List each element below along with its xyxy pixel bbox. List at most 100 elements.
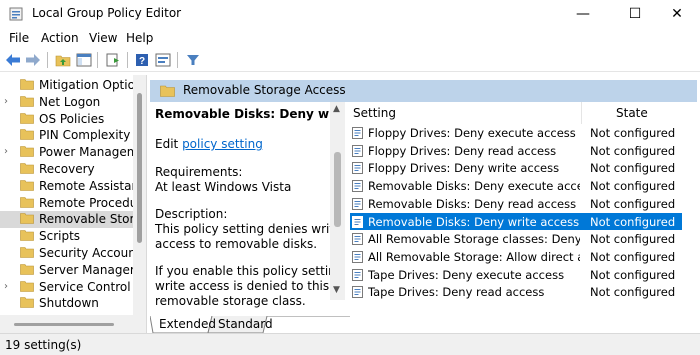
setting-name: Removable Disks: Deny write access (368, 214, 580, 229)
back-button[interactable] (4, 51, 22, 69)
menu-action[interactable]: Action (41, 31, 79, 45)
scrollbar-thumb[interactable] (334, 152, 341, 227)
setting-state: Not configured (590, 179, 676, 194)
category-header: Removable Storage Access (150, 80, 697, 102)
setting-name: Tape Drives: Deny read access (368, 285, 545, 300)
table-row[interactable]: All Removable Storage: Allow direct acce… (350, 248, 682, 266)
tree-item[interactable]: Remote Procedure (0, 195, 146, 212)
export-list-button[interactable] (104, 51, 122, 69)
properties-button[interactable] (154, 51, 172, 69)
scrollbar-thumb[interactable] (14, 323, 114, 326)
tree-item[interactable]: Recovery (0, 161, 133, 178)
policy-setting-icon (352, 233, 363, 246)
table-row[interactable]: Floppy Drives: Deny read access Not confi… (350, 142, 682, 160)
policy-setting-icon (352, 127, 363, 139)
tree-item[interactable]: › Service Control M (0, 279, 145, 296)
up-one-level-button[interactable] (54, 51, 72, 69)
column-header-setting[interactable]: Setting (353, 102, 581, 124)
tree-item-label: Recovery (39, 162, 95, 176)
show-hide-tree-button[interactable] (75, 51, 93, 69)
tree-item[interactable]: Mitigation Option (0, 77, 143, 94)
scrollbar-thumb[interactable] (137, 93, 142, 243)
properties-icon (155, 53, 171, 67)
tree-item-label: Remote Assistance (39, 178, 147, 193)
setting-state: Not configured (590, 196, 676, 211)
chevron-right-icon[interactable]: › (4, 146, 8, 157)
policy-setting-icon (352, 250, 363, 263)
folder-icon (20, 247, 34, 258)
edit-line: Edit policy setting (155, 137, 263, 151)
chevron-right-icon[interactable]: › (4, 96, 8, 107)
tree-item[interactable]: Scripts (0, 228, 133, 245)
setting-state: Not configured (590, 285, 676, 300)
setting-name: Removable Disks: Deny execute access (368, 179, 580, 194)
tree-item-label: PIN Complexity (39, 128, 131, 143)
tree-item[interactable]: Security Account I (0, 245, 146, 262)
maximize-button[interactable]: ☐ (612, 0, 658, 28)
menu-file[interactable]: File (9, 31, 29, 45)
scroll-down-icon[interactable]: ▼ (333, 285, 340, 295)
toolbar-separator (97, 52, 98, 68)
toolbar-separator (47, 52, 48, 68)
toolbar: ? (0, 48, 700, 72)
setting-state: Not configured (590, 249, 676, 264)
menu-view[interactable]: View (89, 31, 117, 45)
up-folder-icon (55, 55, 71, 67)
settings-list[interactable]: Setting State Floppy Drives: Deny execut… (345, 102, 697, 300)
policy-setting-icon (352, 144, 363, 157)
table-row[interactable]: Removable Disks: Deny execute access Not … (350, 177, 682, 195)
policy-setting-link[interactable]: policy setting (182, 137, 263, 151)
minimize-button[interactable]: — (560, 0, 606, 28)
window-title: Local Group Policy Editor (32, 6, 182, 20)
navigation-tree[interactable]: Mitigation Option › Net Logon OS Policies PI… (0, 75, 147, 315)
tree-item[interactable]: Remote Assistance (0, 178, 146, 195)
table-row[interactable]: Floppy Drives: Deny execute access Not co… (350, 124, 682, 142)
tree-horizontal-scrollbar[interactable] (0, 315, 147, 333)
enable-text: write access is denied to this (155, 279, 330, 293)
folder-icon (20, 163, 34, 174)
toolbar-separator (177, 52, 178, 68)
description-scrollbar[interactable]: ▲ ▼ (330, 102, 345, 300)
tree-item[interactable]: OS Policies (0, 111, 133, 128)
policy-setting-icon (352, 268, 363, 281)
folder-icon (20, 129, 34, 141)
tree-item-label: Security Account I (39, 246, 147, 260)
policy-setting-icon (352, 215, 363, 228)
scroll-up-icon[interactable]: ▲ (333, 104, 340, 114)
tree-item[interactable]: › Net Logon (0, 94, 133, 111)
tree-item[interactable]: Shutdown (0, 295, 133, 312)
tree-item-label: Mitigation Option (39, 78, 143, 92)
setting-name: Floppy Drives: Deny read access (368, 143, 557, 158)
setting-state: Not configured (590, 143, 676, 158)
forward-button[interactable] (24, 51, 42, 69)
menu-help[interactable]: Help (126, 31, 153, 45)
folder-icon (20, 230, 34, 241)
tree-vertical-scrollbar[interactable] (133, 75, 146, 315)
tree-item-label: Service Control M (39, 279, 145, 294)
table-row[interactable]: Floppy Drives: Deny write access Not conf… (350, 159, 682, 177)
tab-standard[interactable]: Standard (218, 317, 273, 334)
setting-state: Not configured (590, 232, 676, 247)
close-button[interactable]: ✕ (654, 0, 700, 28)
tree-item-label: Removable Storag (39, 212, 147, 227)
help-button[interactable]: ? (133, 51, 151, 69)
tree-item-label: Server Manager (39, 262, 135, 277)
table-row[interactable]: Tape Drives: Deny read access Not configu… (350, 283, 682, 300)
table-row[interactable]: Tape Drives: Deny execute access Not conf… (350, 266, 682, 284)
table-row[interactable]: All Removable Storage classes: Deny all … (350, 230, 682, 248)
tree-item[interactable]: Removable Storag (0, 211, 146, 229)
folder-icon (20, 213, 34, 225)
setting-state: Not configured (590, 161, 676, 176)
requirements-value: At least Windows Vista (155, 180, 292, 194)
column-divider[interactable] (581, 102, 582, 124)
tree-item[interactable]: PIN Complexity (0, 127, 133, 144)
tab-extended[interactable]: Extended (159, 317, 216, 334)
setting-name: Floppy Drives: Deny execute access (368, 126, 576, 140)
column-header-state[interactable]: State (616, 102, 676, 124)
tree-item[interactable]: Server Manager (0, 262, 135, 279)
chevron-right-icon[interactable]: › (4, 281, 8, 292)
table-row[interactable]: Removable Disks: Deny write access Not co… (350, 212, 682, 231)
filter-button[interactable] (184, 51, 202, 69)
table-row[interactable]: Removable Disks: Deny read access Not con… (350, 195, 682, 213)
tree-item[interactable]: › Power Manageme (0, 144, 146, 161)
